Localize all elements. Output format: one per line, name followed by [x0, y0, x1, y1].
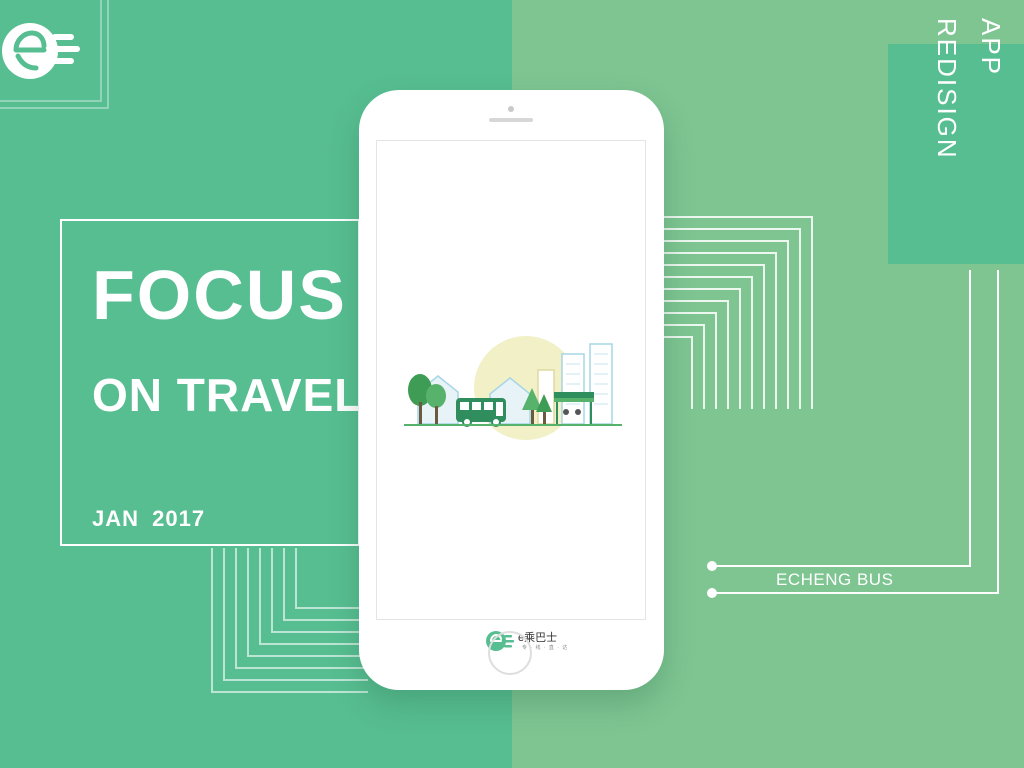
badge-line-app: APP	[976, 18, 1006, 77]
brand-logo	[0, 0, 109, 109]
connector-dot	[707, 561, 717, 571]
phone-speaker	[489, 118, 533, 122]
phone-screen: e乘巴士 专 · 线 · 直 · 达	[376, 140, 646, 651]
phone-camera	[508, 106, 514, 112]
decorative-lines-left	[211, 548, 368, 693]
hero-title: FOCUS	[92, 256, 347, 334]
hero-subtitle: ON TRAVEL	[92, 369, 358, 421]
connector-dot	[707, 588, 717, 598]
badge-line-redisign: REDISIGN	[932, 18, 962, 160]
hero-date: JAN 2017	[92, 506, 206, 531]
bus-logo-icon	[2, 23, 80, 79]
home-button[interactable]	[488, 631, 532, 675]
brand-label: ECHENG BUS	[776, 570, 894, 589]
phone-mockup: e乘巴士 专 · 线 · 直 · 达	[359, 90, 664, 690]
connector-lines	[707, 270, 999, 598]
city-illustration	[404, 336, 622, 440]
